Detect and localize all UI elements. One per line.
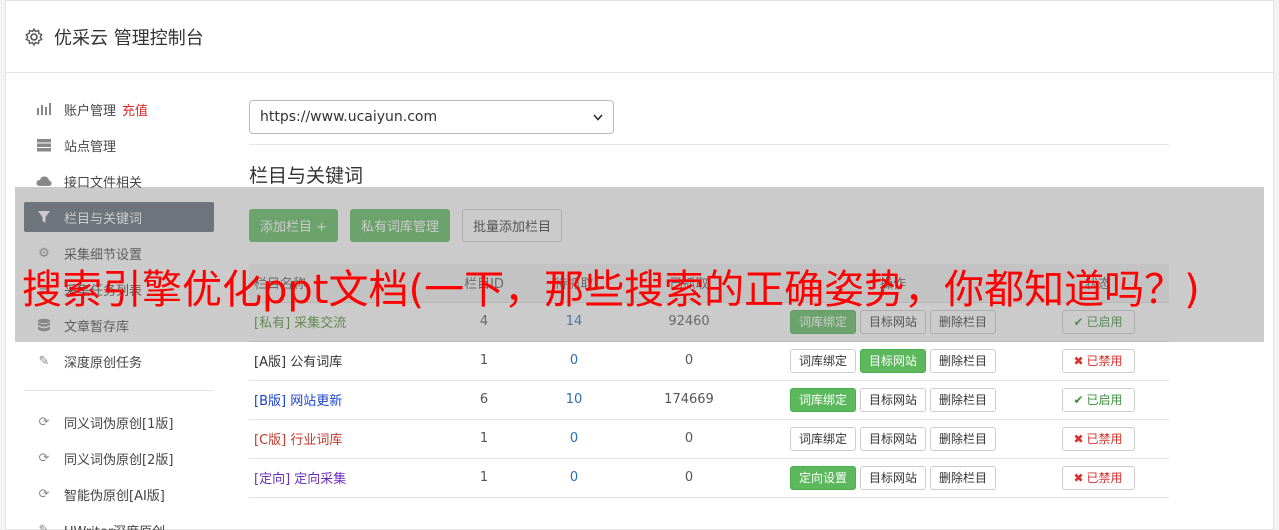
refresh-icon: ⟳	[38, 486, 50, 502]
sidebar-item-label: UWriter深度原创	[64, 521, 165, 530]
sidebar-item-synonym-v2[interactable]: ⟳ 同义词伪原创[2版]	[24, 443, 214, 473]
section-title: 栏目与关键词	[249, 165, 364, 187]
server-icon	[36, 137, 52, 153]
column-name-cell: [定向] 定向采集	[249, 458, 439, 498]
delete-column-button[interactable]: 删除栏目	[930, 348, 997, 373]
directional-settings-button[interactable]: 定向设置	[789, 465, 856, 490]
target-site-button[interactable]: 目标网站	[859, 465, 926, 490]
status-cell: ✖ 已禁用	[1027, 341, 1169, 381]
status-cell: ✖ 已禁用	[1027, 419, 1169, 459]
column-name-cell: [B版] 网站更新	[249, 380, 439, 420]
target-site-button[interactable]: 目标网站	[859, 426, 926, 451]
table-row: [B版] 网站更新 6 10 174669 词库绑定 目标网站 删除栏目 ✔ 已启…	[249, 380, 1169, 420]
refresh-icon: ⟳	[38, 450, 50, 466]
status-toggle[interactable]: ✖ 已禁用	[1061, 465, 1135, 490]
overlay-band	[15, 187, 1264, 342]
status-label: 已禁用	[1086, 354, 1123, 368]
sidebar-item-label: 账户管理	[64, 103, 117, 119]
bind-lexicon-button[interactable]: 词库绑定	[789, 387, 856, 412]
table-row: [C版] 行业词库 1 0 0 词库绑定 目标网站 删除栏目 ✖ 已禁用	[249, 419, 1169, 459]
column-name-link[interactable]: 公有词库	[290, 355, 342, 370]
cross-icon: ✖	[1073, 470, 1084, 485]
status-label: 已禁用	[1086, 432, 1123, 446]
column-id: 1	[439, 341, 529, 381]
sidebar-item-ai-rewrite[interactable]: ⟳ 智能伪原创[AI版]	[24, 479, 214, 509]
cross-icon: ✖	[1073, 353, 1084, 368]
column-tag: [C版]	[254, 433, 287, 448]
recharge-link[interactable]: 充值	[122, 100, 148, 119]
cross-icon: ✖	[1073, 431, 1084, 446]
status-cell: ✔ 已启用	[1027, 380, 1169, 420]
sidebar-item-label: 同义词伪原创[1版]	[64, 416, 174, 432]
sidebar-item-deep-original[interactable]: ✎ 深度原创任务	[24, 346, 214, 376]
column-id: 1	[439, 458, 529, 498]
column-id: 6	[439, 380, 529, 420]
table-row: [A版] 公有词库 1 0 0 词库绑定 目标网站 删除栏目 ✖ 已禁用	[249, 341, 1169, 381]
sidebar-item-account[interactable]: 账户管理 充值	[24, 94, 214, 124]
column-name-link[interactable]: 网站更新	[290, 394, 342, 409]
sidebar-item-label: 同义词伪原创[2版]	[64, 452, 174, 468]
check-icon: ✔	[1073, 392, 1084, 407]
site-select-value: https://www.ucaiyun.com	[260, 109, 438, 125]
target-site-button[interactable]: 目标网站	[859, 387, 926, 412]
pending-count: 0	[529, 458, 619, 498]
column-tag: [A版]	[254, 355, 287, 370]
refresh-icon: ⟳	[38, 414, 50, 430]
sidebar-item-label: 智能伪原创[AI版]	[64, 488, 165, 504]
done-count: 0	[619, 419, 759, 459]
gear-icon	[25, 27, 43, 46]
ops-cell: 词库绑定 目标网站 删除栏目	[759, 380, 1027, 420]
edit-icon: ✎	[38, 522, 50, 530]
sidebar-item-label: 站点管理	[64, 139, 117, 155]
bind-lexicon-button[interactable]: 词库绑定	[789, 348, 856, 373]
pending-count: 10	[529, 380, 619, 420]
column-tag: [B版]	[254, 394, 287, 409]
status-label: 已启用	[1086, 393, 1123, 407]
status-cell: ✖ 已禁用	[1027, 458, 1169, 498]
done-count: 174669	[619, 380, 759, 420]
delete-column-button[interactable]: 删除栏目	[930, 465, 997, 490]
sidebar-item-label: 深度原创任务	[64, 355, 143, 371]
ops-cell: 词库绑定 目标网站 删除栏目	[759, 419, 1027, 459]
bar-chart-icon	[36, 101, 52, 117]
edit-icon: ✎	[38, 353, 50, 369]
column-name-link[interactable]: 行业词库	[290, 433, 342, 448]
status-label: 已禁用	[1086, 471, 1123, 485]
header: 优采云 管理控制台	[6, 1, 1273, 73]
sidebar-item-uwriter[interactable]: ✎ UWriter深度原创	[24, 515, 214, 530]
site-select[interactable]: https://www.ucaiyun.com	[249, 100, 614, 134]
column-name-cell: [C版] 行业词库	[249, 419, 439, 459]
sidebar-item-sites[interactable]: 站点管理	[24, 130, 214, 160]
column-name-link[interactable]: 定向采集	[294, 472, 346, 487]
delete-column-button[interactable]: 删除栏目	[930, 426, 997, 451]
sidebar-divider	[24, 390, 214, 391]
divider	[249, 144, 1169, 145]
column-tag: [定向]	[254, 472, 291, 487]
sidebar-item-synonym-v1[interactable]: ⟳ 同义词伪原创[1版]	[24, 407, 214, 437]
target-site-button[interactable]: 目标网站	[859, 348, 926, 373]
status-toggle[interactable]: ✔ 已启用	[1061, 387, 1135, 412]
bind-lexicon-button[interactable]: 词库绑定	[789, 426, 856, 451]
delete-column-button[interactable]: 删除栏目	[930, 387, 997, 412]
overlay-headline: 搜索引擎优化ppt文档(一下，那些搜索的正确姿势，你都知道吗？)	[22, 267, 1200, 313]
status-toggle[interactable]: ✖ 已禁用	[1061, 426, 1135, 451]
done-count: 0	[619, 341, 759, 381]
table-row: [定向] 定向采集 1 0 0 定向设置 目标网站 删除栏目 ✖ 已禁用	[249, 458, 1169, 498]
done-count: 0	[619, 458, 759, 498]
status-toggle[interactable]: ✖ 已禁用	[1061, 348, 1135, 373]
column-name-cell: [A版] 公有词库	[249, 341, 439, 381]
column-id: 1	[439, 419, 529, 459]
ops-cell: 定向设置 目标网站 删除栏目	[759, 458, 1027, 498]
ops-cell: 词库绑定 目标网站 删除栏目	[759, 341, 1027, 381]
app-title: 优采云 管理控制台	[54, 27, 204, 49]
pending-count: 0	[529, 341, 619, 381]
pending-count: 0	[529, 419, 619, 459]
chevron-down-icon	[593, 109, 603, 125]
